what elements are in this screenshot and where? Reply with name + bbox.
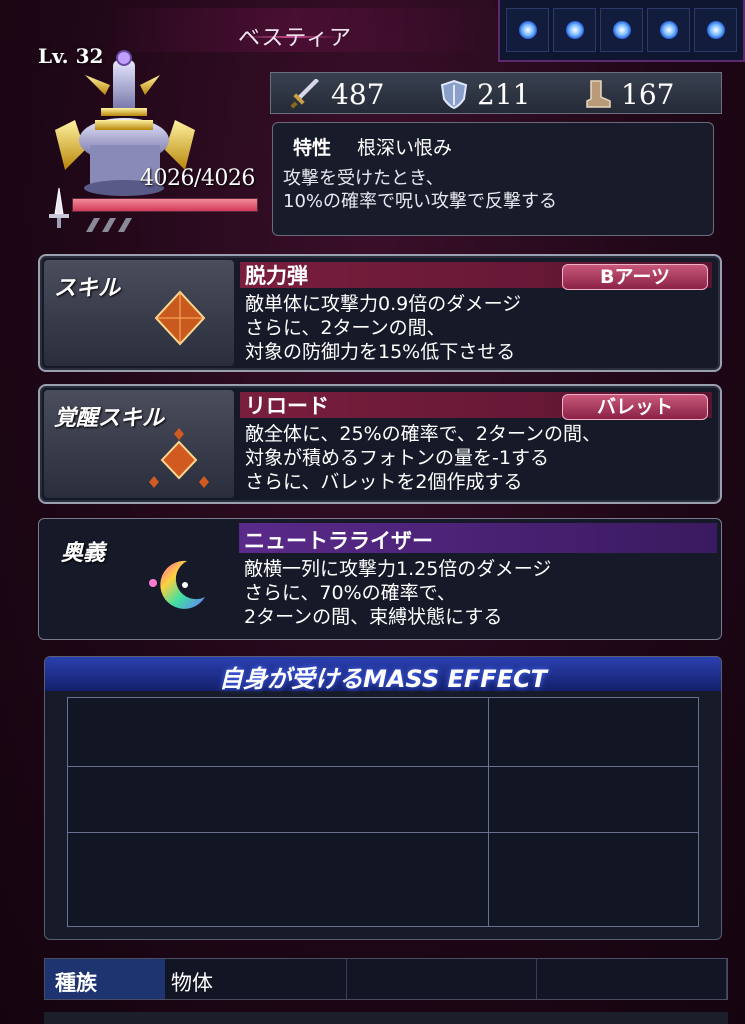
sword-icon <box>289 79 323 109</box>
attack-stat: 487 <box>289 77 384 111</box>
orb-slot <box>694 8 737 52</box>
next-section-edge <box>44 1012 728 1024</box>
photon-orb-icon <box>613 21 631 39</box>
awaken-type-tag: バレット <box>562 394 708 420</box>
defense-stat: 211 <box>439 77 530 111</box>
ougi-name: ニュートラライザー <box>244 525 433 555</box>
orb-slot <box>600 8 643 52</box>
species-empty-cell <box>347 959 537 999</box>
trait-desc-line: 攻撃を受けたとき、 <box>283 167 557 190</box>
ougi-desc-line: 敵横一列に攻撃力1.25倍のダメージ <box>244 557 551 581</box>
boot-icon <box>583 79 613 109</box>
species-empty-cell <box>537 959 727 999</box>
hp-bar-fill <box>73 199 257 211</box>
awaken-description: 敵全体に、25%の確率で、2ターンの間、 対象が積めるフォトンの量を-1する さ… <box>245 422 601 494</box>
awaken-skill-name: リロード <box>245 390 329 420</box>
sword-class-icon <box>44 186 74 230</box>
orb-slot <box>553 8 596 52</box>
trait-desc-line: 10%の確率で呪い攻撃で反撃する <box>283 190 557 213</box>
mass-effect-grid <box>67 697 699 927</box>
grid-line <box>488 698 489 926</box>
skill-type-tag: Bアーツ <box>562 264 708 290</box>
photon-orb-icon <box>707 21 725 39</box>
trait-label: 特性 <box>293 133 331 160</box>
grid-line <box>68 766 698 767</box>
photon-orb-bar <box>498 0 745 62</box>
ougi-label: 奥義 <box>61 535 105 567</box>
shield-icon <box>439 79 469 109</box>
stats-bar: 487 211 167 <box>270 72 722 114</box>
species-row: 種族 物体 <box>44 958 728 1000</box>
hp-bar <box>72 198 258 212</box>
mass-effect-header: 自身が受けるMASS EFFECT <box>45 657 721 691</box>
trait-panel: 特性 根深い恨み 攻撃を受けたとき、 10%の確率で呪い攻撃で反撃する <box>272 122 714 236</box>
unit-level: Lv. 32 <box>38 44 103 68</box>
ougi-desc-line: さらに、70%の確率で、 <box>244 581 551 605</box>
species-label: 種族 <box>45 959 165 999</box>
speed-value: 167 <box>621 78 674 111</box>
mass-effect-title: 自身が受けるMASS EFFECT <box>45 659 721 694</box>
skill-panel[interactable]: スキル 脱力弾 Bアーツ 敵単体に攻撃力0.9倍のダメージ さらに、2ターンの間… <box>38 254 722 372</box>
unit-name-bar: ベスティア <box>100 8 490 52</box>
trait-name: 根深い恨み <box>357 133 452 160</box>
grid-line <box>68 832 698 833</box>
ougi-panel[interactable]: 奥義 ニュートラライザー 敵横一列に攻撃力1.25倍のダメージ さらに、70%の… <box>38 518 722 640</box>
awaken-skill-panel[interactable]: 覚醒スキル リロード バレット 敵全体に、25%の確率で、2ターンの間、 対象が… <box>38 384 722 504</box>
orb-slot <box>506 8 549 52</box>
mass-effect-panel: 自身が受けるMASS EFFECT <box>44 656 722 940</box>
multi-crystal-icon <box>144 426 214 490</box>
skill-label: スキル <box>54 270 120 302</box>
photon-orb-icon <box>519 21 537 39</box>
trait-description: 攻撃を受けたとき、 10%の確率で呪い攻撃で反撃する <box>283 167 557 213</box>
skill-desc-line: 対象の防御力を15%低下させる <box>245 340 521 364</box>
crystal-icon <box>152 290 208 346</box>
awaken-desc-line: さらに、バレットを2個作成する <box>245 470 601 494</box>
speed-stat: 167 <box>583 77 674 111</box>
defense-value: 211 <box>477 78 530 111</box>
skill-desc-line: 敵単体に攻撃力0.9倍のダメージ <box>245 292 521 316</box>
skill-description: 敵単体に攻撃力0.9倍のダメージ さらに、2ターンの間、 対象の防御力を15%低… <box>245 292 521 364</box>
attack-value: 487 <box>331 78 384 111</box>
skill-name: 脱力弾 <box>245 260 308 290</box>
awaken-desc-line: 対象が積めるフォトンの量を-1する <box>245 446 601 470</box>
crescent-moon-icon <box>145 555 215 615</box>
ougi-description: 敵横一列に攻撃力1.25倍のダメージ さらに、70%の確率で、 2ターンの間、束… <box>244 557 551 629</box>
gauge-stripes <box>80 218 140 232</box>
orb-slot <box>647 8 690 52</box>
hp-value: 4026/4026 <box>140 166 255 191</box>
awaken-desc-line: 敵全体に、25%の確率で、2ターンの間、 <box>245 422 601 446</box>
photon-orb-icon <box>660 21 678 39</box>
species-value: 物体 <box>165 959 347 999</box>
skill-desc-line: さらに、2ターンの間、 <box>245 316 521 340</box>
photon-orb-icon <box>566 21 584 39</box>
unit-name: ベスティア <box>100 20 490 52</box>
ougi-desc-line: 2ターンの間、束縛状態にする <box>244 605 551 629</box>
